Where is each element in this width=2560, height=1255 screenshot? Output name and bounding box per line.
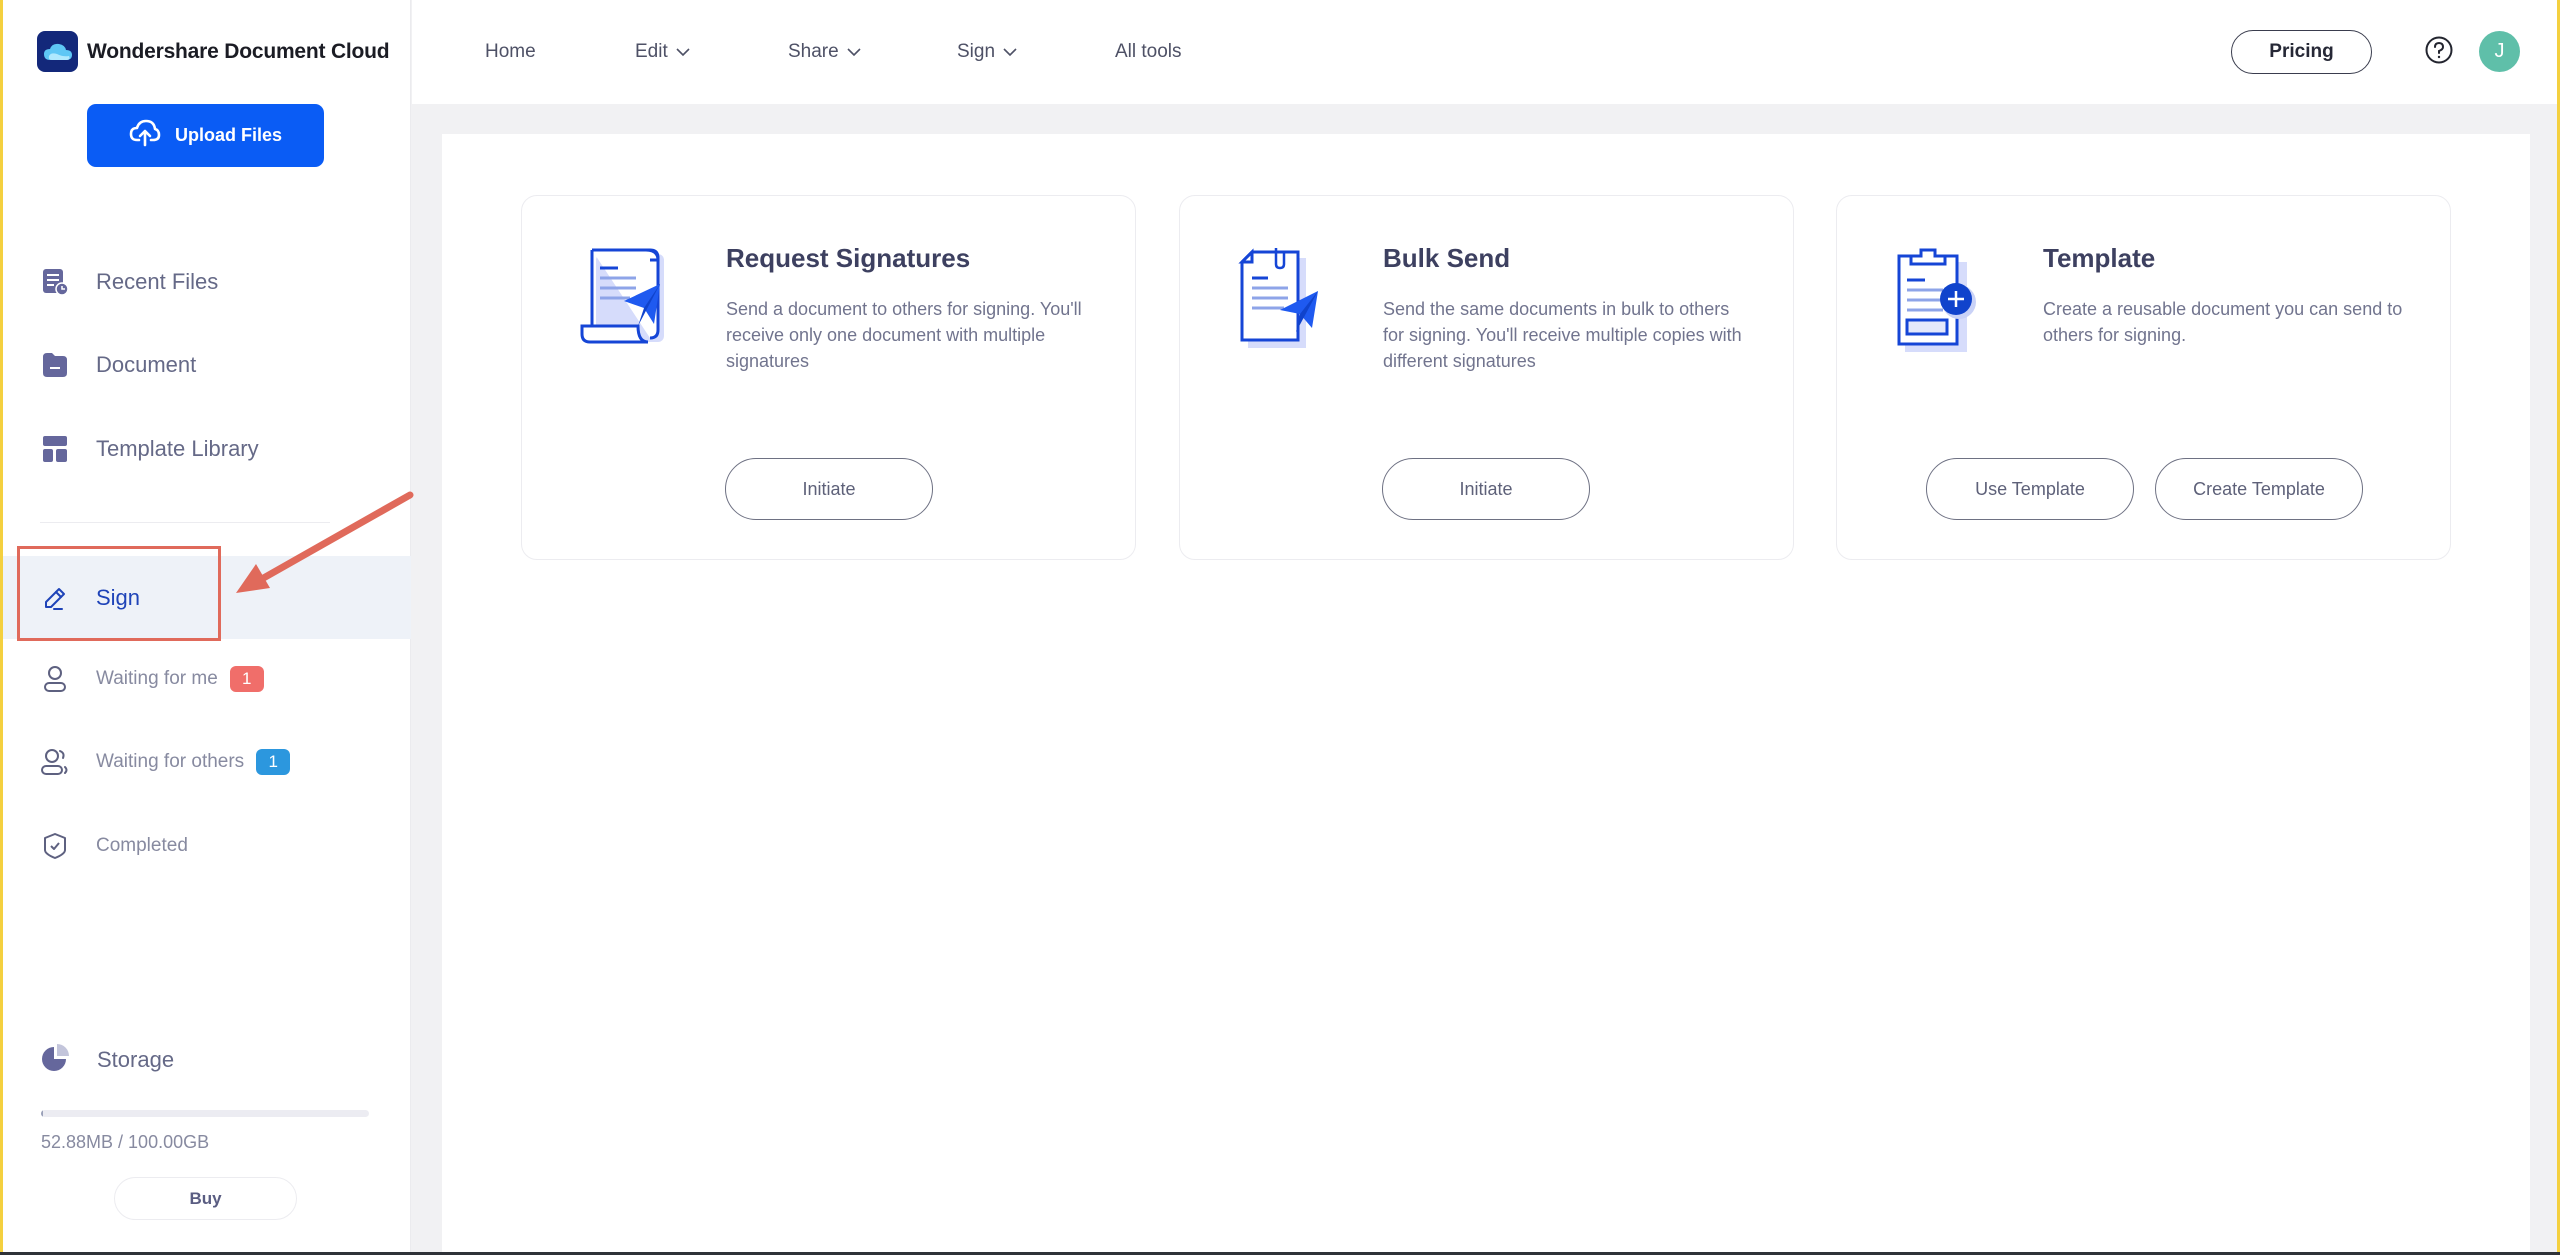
pen-icon [41, 584, 69, 612]
pie-chart-icon [41, 1043, 69, 1077]
sidebar-item-recent-files[interactable]: Recent Files [0, 252, 411, 312]
nav-share[interactable]: Share [788, 0, 861, 104]
sidebar-item-waiting-for-others[interactable]: Waiting for others 1 [0, 732, 411, 792]
nav-sign-label: Sign [957, 41, 996, 62]
initiate-request-button[interactable]: Initiate [725, 458, 933, 520]
nav-home[interactable]: Home [485, 0, 536, 104]
count-badge: 1 [256, 749, 291, 775]
bulk-send-card: Bulk Send Send the same documents in bul… [1179, 195, 1794, 560]
use-template-button[interactable]: Use Template [1926, 458, 2134, 520]
template-library-icon [41, 435, 69, 463]
cloud-upload-icon [129, 119, 161, 152]
upload-files-label: Upload Files [174, 125, 282, 145]
storage-section: Storage 52.88MB / 100.00GB Buy [41, 1040, 371, 1220]
sidebar-divider [40, 522, 330, 523]
count-badge: 1 [229, 666, 264, 692]
storage-progress-fill [41, 1110, 43, 1117]
waiting-for-me-label: Waiting for me [96, 668, 218, 689]
sidebar-item-label: Sign [96, 584, 141, 610]
sidebar-item-label: Recent Files [96, 269, 219, 294]
sidebar: Wondershare Document Cloud Upload Files … [0, 0, 411, 1255]
chevron-down-icon [847, 41, 861, 63]
nav-home-label: Home [485, 41, 536, 62]
sidebar-item-completed[interactable]: Completed [0, 816, 411, 876]
sidebar-item-waiting-for-me[interactable]: Waiting for me 1 [0, 649, 411, 709]
nav-edit-label: Edit [635, 41, 668, 62]
create-template-button[interactable]: Create Template [2155, 458, 2363, 520]
buy-storage-button[interactable]: Buy [114, 1177, 297, 1220]
user-avatar[interactable]: J [2479, 31, 2520, 72]
card-description: Create a reusable document you can send … [2043, 299, 2403, 345]
card-title: Template [2043, 243, 2156, 273]
sidebar-item-label: Document [96, 352, 197, 377]
waiting-for-others-label: Waiting for others [96, 751, 245, 772]
storage-usage-text: 52.88MB / 100.00GB [41, 1132, 210, 1152]
nav-all-tools[interactable]: All tools [1115, 0, 1182, 104]
people-icon [41, 748, 69, 776]
sidebar-item-document[interactable]: Document [0, 335, 411, 395]
storage-label: Storage [97, 1047, 175, 1072]
nav-all-tools-label: All tools [1115, 41, 1182, 62]
brand[interactable]: Wondershare Document Cloud [37, 31, 390, 72]
sidebar-item-label: Waiting for others 1 [96, 749, 291, 775]
sidebar-item-label: Completed [96, 835, 188, 856]
sidebar-item-sign[interactable]: Sign [0, 556, 411, 639]
card-description: Send a document to others for signing. Y… [726, 299, 1082, 371]
request-signatures-card: Request Signatures Send a document to ot… [521, 195, 1136, 560]
folder-icon [41, 351, 69, 379]
pricing-button[interactable]: Pricing [2231, 30, 2372, 74]
card-title: Bulk Send [1383, 243, 1511, 273]
main-panel: Request Signatures Send a document to ot… [442, 134, 2530, 1255]
scroll-send-icon [580, 246, 680, 356]
upload-files-button[interactable]: Upload Files [87, 104, 324, 167]
help-icon[interactable] [2425, 36, 2453, 64]
nav-edit[interactable]: Edit [635, 0, 690, 104]
chevron-down-icon [1003, 41, 1017, 63]
nav-sign[interactable]: Sign [957, 0, 1017, 104]
chevron-down-icon [676, 41, 690, 63]
sidebar-item-template-library[interactable]: Template Library [0, 419, 411, 479]
nav-share-label: Share [788, 41, 839, 62]
storage-progress-bar [41, 1110, 369, 1117]
person-icon [41, 665, 69, 693]
card-description: Send the same documents in bulk to other… [1383, 299, 1742, 371]
template-card: Template Create a reusable document you … [1836, 195, 2451, 560]
document-send-icon [1238, 246, 1338, 356]
brand-name: Wondershare Document Cloud [87, 39, 390, 63]
card-title: Request Signatures [726, 243, 971, 273]
shield-check-icon [41, 832, 69, 860]
sidebar-item-label: Waiting for me 1 [96, 666, 264, 692]
window-frame-left [0, 0, 3, 1255]
initiate-bulk-send-button[interactable]: Initiate [1382, 458, 1590, 520]
clipboard-add-icon [1895, 246, 1995, 356]
sidebar-item-label: Template Library [96, 436, 259, 461]
cloud-logo-icon [37, 31, 78, 72]
recent-files-icon [41, 268, 69, 296]
top-header: Home Edit Share Sign All tools Pricing J [412, 0, 2557, 104]
